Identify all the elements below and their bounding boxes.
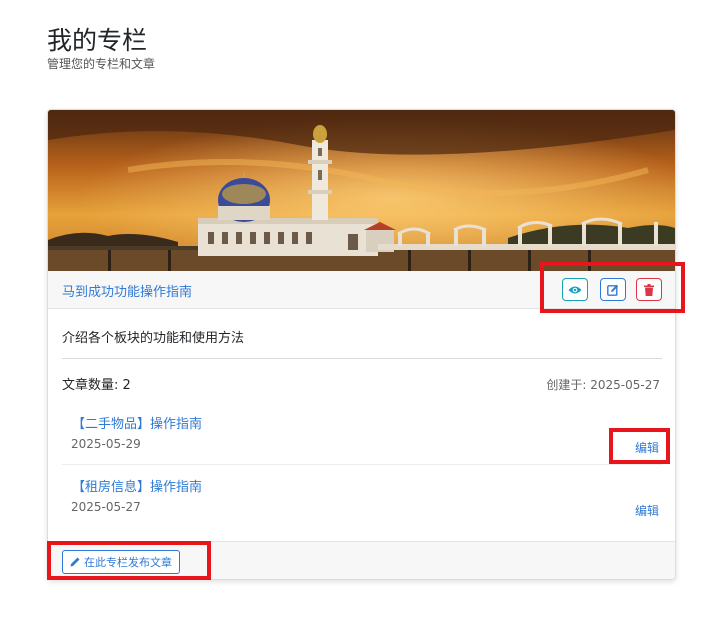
column-description: 介绍各个板块的功能和使用方法 [62,331,245,346]
column-title-link[interactable]: 马到成功功能操作指南 [62,281,192,300]
article-title-link[interactable]: 【二手物品】操作指南 [72,413,202,432]
page-subtitle: 管理您的专栏和文章 [47,57,156,71]
article-title-link[interactable]: 【租房信息】操作指南 [72,476,202,495]
article-item: 【二手物品】操作指南 2025-05-29 编辑 [62,409,662,465]
highlight-box-edit [609,428,670,464]
highlight-box-actions [540,262,685,313]
article-date: 2025-05-29 [71,437,141,451]
article-date: 2025-05-27 [71,500,141,514]
page-title: 我的专栏 [47,26,148,55]
highlight-box-publish [47,541,211,580]
created-date: 创建于: 2025-05-27 [546,378,660,392]
column-cover-image [48,110,675,271]
page-header: 我的专栏 管理您的专栏和文章 [47,26,155,72]
divider [62,358,662,359]
edit-article-button[interactable]: 编辑 [635,502,659,519]
article-count: 文章数量: 2 [62,378,131,393]
column-card: 马到成功功能操作指南 介绍各个板块的功能和使用方法 文章数量: 2 创建于: 2… [47,109,676,580]
article-item: 【租房信息】操作指南 2025-05-27 编辑 [62,472,662,528]
